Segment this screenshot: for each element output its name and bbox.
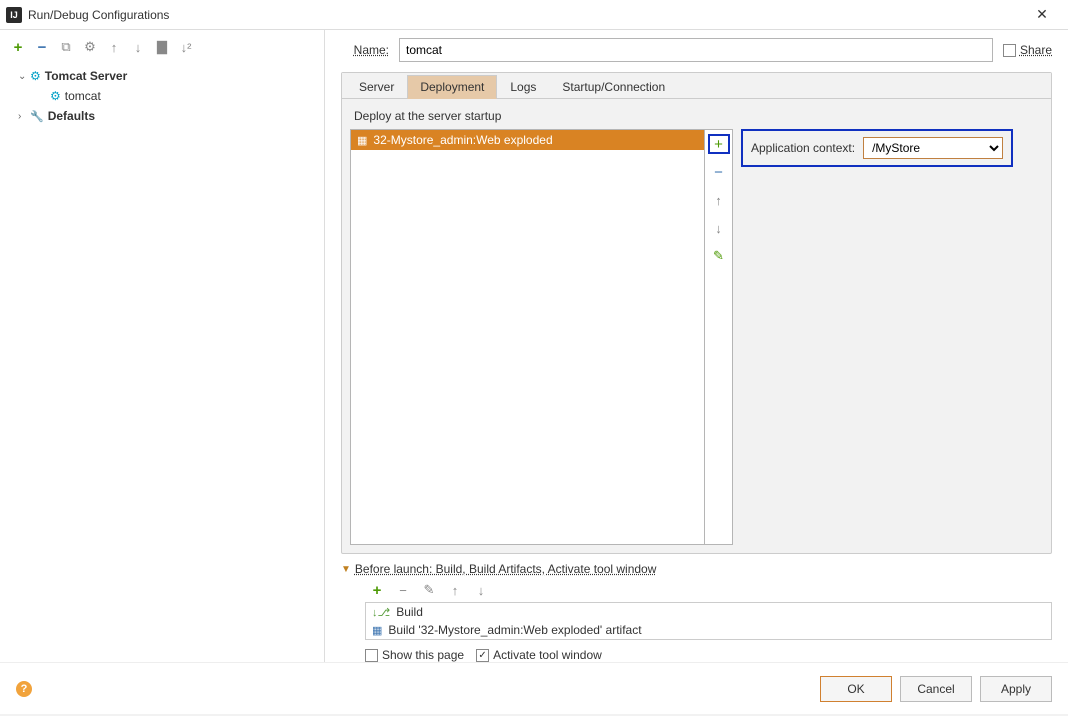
tab-startup-connection[interactable]: Startup/Connection xyxy=(549,75,678,98)
tree-node-defaults[interactable]: › 🔧 Defaults xyxy=(0,106,324,126)
tree-label-child: tomcat xyxy=(65,89,101,103)
deploy-item-label: 32-Mystore_admin:Web exploded xyxy=(373,133,552,147)
context-select[interactable]: /MyStore xyxy=(863,137,1003,159)
wrench-icon: 🔧 xyxy=(30,110,44,123)
settings-config-icon[interactable]: ⚙ xyxy=(82,39,98,55)
tab-logs[interactable]: Logs xyxy=(497,75,549,98)
deploy-section-label: Deploy at the server startup xyxy=(354,109,1043,123)
bl-row-label: Build '32-Mystore_admin:Web exploded' ar… xyxy=(388,623,641,637)
move-down-artifact-button[interactable]: ↓ xyxy=(708,218,730,238)
context-panel: Application context: /MyStore xyxy=(741,129,1013,167)
config-toolbar: + − ⧉ ⚙ ↑ ↓ ▇ ↓² xyxy=(0,30,324,64)
bl-up-icon[interactable]: ↑ xyxy=(447,582,463,598)
config-editor: Name: Share Server Deployment Logs Start… xyxy=(325,30,1068,662)
build-icon: ↓⎇ xyxy=(372,606,390,619)
bl-down-icon[interactable]: ↓ xyxy=(473,582,489,598)
name-label: Name: xyxy=(341,43,389,57)
before-launch-list[interactable]: ↓⎇ Build ▦ Build '32-Mystore_admin:Web e… xyxy=(365,602,1052,640)
deploy-list-toolbar: + − ↑ ↓ ✎ xyxy=(705,129,733,545)
bl-remove-icon[interactable]: − xyxy=(395,582,411,598)
checkbox-icon xyxy=(365,649,378,662)
titlebar: IJ Run/Debug Configurations ✕ xyxy=(0,0,1068,30)
collapse-icon[interactable]: ▼ xyxy=(341,564,351,575)
list-item[interactable]: ▦ Build '32-Mystore_admin:Web exploded' … xyxy=(366,621,1051,639)
tree-node-tomcat[interactable]: ⚙ tomcat xyxy=(0,86,324,106)
apply-button[interactable]: Apply xyxy=(980,676,1052,702)
tree-label-defaults: Defaults xyxy=(48,109,95,123)
edit-artifact-button[interactable]: ✎ xyxy=(708,246,730,266)
app-icon: IJ xyxy=(6,7,22,23)
artifact-icon: ▦ xyxy=(372,624,382,637)
tree-node-tomcat-server[interactable]: ⌄ ⚙ Tomcat Server xyxy=(0,66,324,86)
context-label: Application context: xyxy=(751,141,855,155)
move-down-icon[interactable]: ↓ xyxy=(130,39,146,55)
expand-icon[interactable]: ⌄ xyxy=(18,71,30,82)
expand-icon[interactable]: › xyxy=(18,111,30,122)
activate-label: Activate tool window xyxy=(493,648,602,662)
before-launch-toolbar: + − ✎ ↑ ↓ xyxy=(341,580,1052,602)
sort-icon[interactable]: ↓² xyxy=(178,39,194,55)
tab-deployment[interactable]: Deployment xyxy=(407,75,497,99)
add-config-icon[interactable]: + xyxy=(10,39,26,55)
help-icon[interactable]: ? xyxy=(16,681,32,697)
remove-artifact-button[interactable]: − xyxy=(708,162,730,182)
tomcat-icon: ⚙ xyxy=(50,89,61,103)
tab-server[interactable]: Server xyxy=(346,75,407,98)
dialog-footer: ? OK Cancel Apply xyxy=(0,662,1068,714)
copy-config-icon[interactable]: ⧉ xyxy=(58,39,74,55)
show-page-checkbox[interactable]: Show this page xyxy=(365,648,464,662)
tree-label-root: Tomcat Server xyxy=(45,69,127,83)
window-title: Run/Debug Configurations xyxy=(28,8,169,22)
show-page-label: Show this page xyxy=(382,648,464,662)
name-input[interactable] xyxy=(399,38,993,62)
before-launch-label: Before launch: Build, Build Artifacts, A… xyxy=(355,562,657,576)
tomcat-icon: ⚙ xyxy=(30,69,41,83)
list-item[interactable]: ↓⎇ Build xyxy=(366,603,1051,621)
move-up-icon[interactable]: ↑ xyxy=(106,39,122,55)
config-tree: ⌄ ⚙ Tomcat Server ⚙ tomcat › 🔧 Defaults xyxy=(0,64,324,128)
close-button[interactable]: ✕ xyxy=(1022,0,1062,30)
add-artifact-button[interactable]: + xyxy=(708,134,730,154)
remove-config-icon[interactable]: − xyxy=(34,39,50,55)
share-checkbox[interactable]: Share xyxy=(1003,43,1052,57)
activate-window-checkbox[interactable]: Activate tool window xyxy=(476,648,602,662)
checkbox-icon xyxy=(476,649,489,662)
bl-row-label: Build xyxy=(396,605,423,619)
share-label: Share xyxy=(1020,43,1052,57)
artifact-icon: ▦ xyxy=(357,134,367,147)
before-launch-section: ▼ Before launch: Build, Build Artifacts,… xyxy=(341,562,1052,662)
bl-add-icon[interactable]: + xyxy=(369,582,385,598)
checkbox-icon xyxy=(1003,44,1016,57)
move-up-artifact-button[interactable]: ↑ xyxy=(708,190,730,210)
ok-button[interactable]: OK xyxy=(820,676,892,702)
config-list-panel: + − ⧉ ⚙ ↑ ↓ ▇ ↓² ⌄ ⚙ Tomcat Server ⚙ tom… xyxy=(0,30,325,662)
deploy-list[interactable]: ▦ 32-Mystore_admin:Web exploded xyxy=(350,129,705,545)
folder-icon[interactable]: ▇ xyxy=(154,39,170,55)
deploy-item[interactable]: ▦ 32-Mystore_admin:Web exploded xyxy=(351,130,704,150)
cancel-button[interactable]: Cancel xyxy=(900,676,972,702)
bl-edit-icon[interactable]: ✎ xyxy=(421,582,437,598)
tab-bar: Server Deployment Logs Startup/Connectio… xyxy=(342,73,1051,99)
tab-container: Server Deployment Logs Startup/Connectio… xyxy=(341,72,1052,554)
